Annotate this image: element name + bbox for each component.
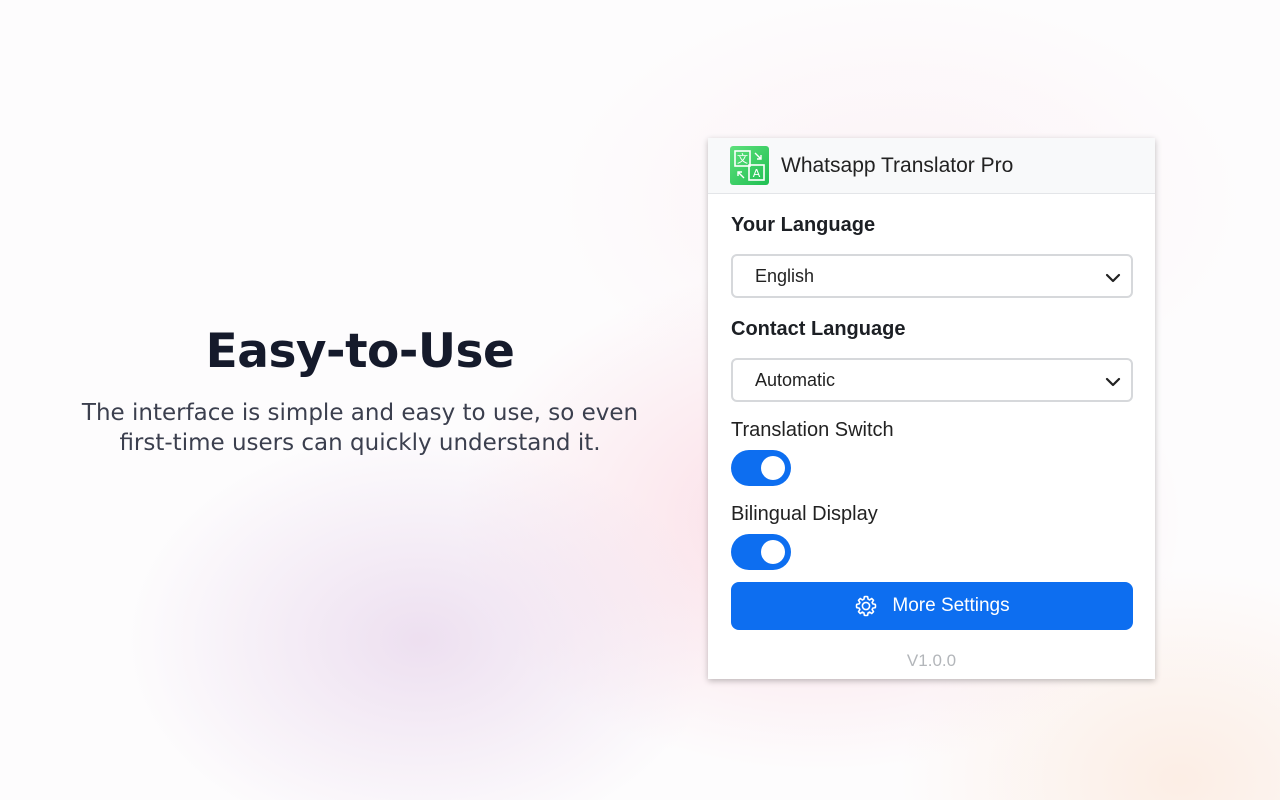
translate-icon: 文 A <box>730 146 769 185</box>
extension-popup: 文 A Whatsapp Translator Pro Your Languag… <box>708 138 1155 679</box>
your-language-label: Your Language <box>731 214 876 236</box>
contact-language-label: Contact Language <box>731 318 906 340</box>
app-title: Whatsapp Translator Pro <box>781 153 1014 177</box>
version-text: V1.0.0 <box>906 651 957 670</box>
your-language-value: English <box>755 265 815 286</box>
bilingual-display-label: Bilingual Display <box>731 503 878 525</box>
contact-language-value: Automatic <box>755 369 836 390</box>
popup-header: 文 A Whatsapp Translator Pro <box>708 138 1155 194</box>
toggle-knob <box>761 540 785 564</box>
gear-icon <box>854 594 878 618</box>
your-language-select[interactable]: English <box>731 254 1133 298</box>
translation-switch-label: Translation Switch <box>731 419 894 441</box>
contact-language-select[interactable]: Automatic <box>731 358 1133 402</box>
toggle-knob <box>761 456 785 480</box>
more-settings-button[interactable]: More Settings <box>731 582 1133 630</box>
hero-title: Easy-to-Use <box>205 324 515 379</box>
svg-text:A: A <box>753 167 761 180</box>
more-settings-label: More Settings <box>892 595 1010 616</box>
chevron-down-icon <box>1105 373 1121 394</box>
bilingual-display-toggle[interactable] <box>731 534 791 570</box>
translation-switch-toggle[interactable] <box>731 450 791 486</box>
hero-description: The interface is simple and easy to use,… <box>81 400 639 456</box>
feature-hero: Easy-to-Use The interface is simple and … <box>40 322 680 458</box>
chevron-down-icon <box>1105 269 1121 290</box>
svg-text:文: 文 <box>737 152 748 166</box>
